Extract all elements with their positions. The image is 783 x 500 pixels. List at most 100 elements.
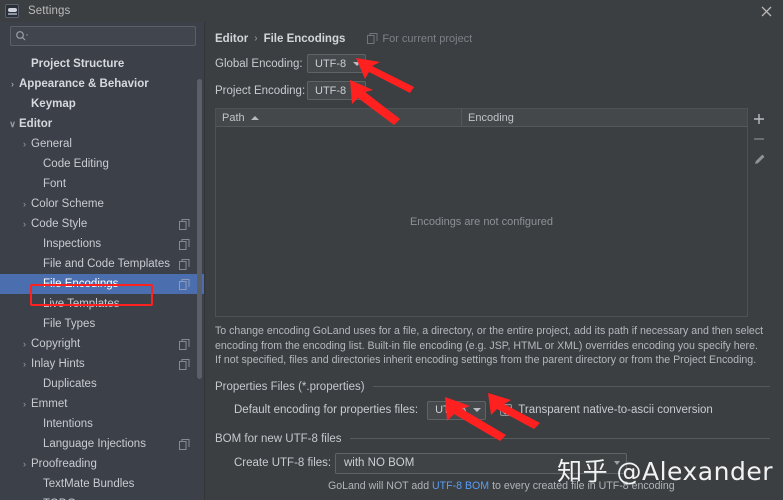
- chevron-right-icon[interactable]: ›: [6, 79, 19, 89]
- sidebar-item-label: Duplicates: [43, 378, 97, 390]
- sidebar-item-copyright[interactable]: › Copyright: [0, 334, 204, 354]
- sidebar-scrollbar[interactable]: [197, 79, 202, 379]
- sidebar-item-live-templates[interactable]: Live Templates: [0, 294, 204, 314]
- bom-note-prefix: GoLand will NOT add: [328, 479, 433, 492]
- sidebar-item-todo[interactable]: TODO: [0, 494, 204, 500]
- sidebar-item-label: File Encodings: [43, 278, 119, 290]
- sidebar-item-label: Keymap: [31, 98, 76, 110]
- default-properties-encoding-value: UTF-8: [435, 404, 467, 416]
- sidebar-item-inspections[interactable]: Inspections: [0, 234, 204, 254]
- sidebar-item-label: File and Code Templates: [43, 258, 170, 270]
- search-input[interactable]: [29, 30, 191, 42]
- sidebar-item-code-editing[interactable]: Code Editing: [0, 154, 204, 174]
- properties-files-section-header: Properties Files (*.properties): [215, 381, 770, 393]
- project-encoding-select[interactable]: UTF-8: [307, 81, 367, 100]
- transparent-conversion-checkbox[interactable]: Transparent native-to-ascii conversion: [500, 404, 722, 416]
- chevron-right-icon[interactable]: ›: [18, 139, 31, 149]
- search-box[interactable]: [10, 26, 196, 46]
- bom-note-suffix: to every created file in UTF-8 encoding: [489, 479, 675, 492]
- project-encoding-value: UTF-8: [315, 84, 347, 97]
- edit-icon[interactable]: [749, 149, 769, 169]
- column-header-encoding[interactable]: Encoding: [462, 109, 747, 126]
- bom-section-title: BOM for new UTF-8 files: [215, 432, 342, 445]
- sidebar-item-label: Project Structure: [31, 58, 125, 70]
- title-bar: Settings: [0, 0, 783, 22]
- bom-section-header: BOM for new UTF-8 files: [215, 433, 770, 445]
- sidebar-item-language-injections[interactable]: Language Injections: [0, 434, 204, 454]
- sidebar-item-font[interactable]: Font: [0, 174, 204, 194]
- for-current-project-label: For current project: [367, 33, 472, 45]
- project-scope-icon: [179, 358, 190, 370]
- sidebar-item-appearance-behavior[interactable]: › Appearance & Behavior: [0, 74, 204, 94]
- sidebar-item-label: Intentions: [43, 418, 93, 430]
- chevron-down-icon[interactable]: ∨: [6, 119, 19, 130]
- properties-files-section-title: Properties Files (*.properties): [215, 380, 365, 393]
- project-scope-icon: [179, 278, 190, 290]
- breadcrumb-parent[interactable]: Editor: [215, 33, 248, 45]
- sidebar-item-intentions[interactable]: Intentions: [0, 414, 204, 434]
- sidebar-item-label: Live Templates: [43, 298, 120, 310]
- search-icon: [15, 30, 29, 42]
- chevron-right-icon[interactable]: ›: [18, 359, 31, 369]
- close-icon[interactable]: [755, 2, 777, 20]
- sidebar-item-proofreading[interactable]: › Proofreading: [0, 454, 204, 474]
- breadcrumb: Editor › File Encodings For current proj…: [215, 29, 770, 48]
- utf8-bom-link[interactable]: UTF-8 BOM: [432, 480, 489, 492]
- column-header-path[interactable]: Path: [216, 109, 462, 126]
- settings-tree[interactable]: Project Structure › Appearance & Behavior K…: [0, 51, 204, 500]
- sidebar-item-file-types[interactable]: File Types: [0, 314, 204, 334]
- sidebar-item-color-scheme[interactable]: › Color Scheme: [0, 194, 204, 214]
- search-container: [0, 22, 204, 51]
- window-body: Project Structure › Appearance & Behavior K…: [0, 22, 783, 500]
- project-scope-icon: [179, 438, 190, 450]
- chevron-right-icon[interactable]: ›: [18, 339, 31, 349]
- global-encoding-label: Global Encoding:: [215, 57, 303, 70]
- breadcrumb-separator-icon: ›: [254, 33, 258, 44]
- settings-main-pane: Editor › File Encodings For current proj…: [205, 22, 783, 500]
- chevron-right-icon[interactable]: ›: [18, 219, 31, 229]
- sidebar-item-keymap[interactable]: Keymap: [0, 94, 204, 114]
- table-empty-message: Encodings are not configured: [409, 215, 554, 228]
- sidebar-item-label: Font: [43, 178, 67, 190]
- sidebar-item-emmet[interactable]: › Emmet: [0, 394, 204, 414]
- global-encoding-value: UTF-8: [315, 57, 347, 70]
- sidebar-item-textmate-bundles[interactable]: TextMate Bundles: [0, 474, 204, 494]
- remove-icon[interactable]: [749, 129, 769, 149]
- chevron-right-icon[interactable]: ›: [18, 199, 31, 209]
- add-icon[interactable]: [749, 109, 769, 129]
- sidebar-item-label: File Types: [43, 318, 96, 330]
- sidebar-item-editor[interactable]: ∨ Editor: [0, 114, 204, 134]
- create-utf8-files-select[interactable]: with NO BOM: [335, 452, 627, 474]
- settings-window: Settings Project Structure › Appearance …: [0, 0, 783, 500]
- sidebar-item-file-and-code-templates[interactable]: File and Code Templates: [0, 254, 204, 274]
- sidebar-item-code-style[interactable]: › Code Style: [0, 214, 204, 234]
- sidebar-item-label: Language Injections: [43, 438, 146, 450]
- section-divider: [372, 386, 770, 387]
- sidebar-item-project-structure[interactable]: Project Structure: [0, 54, 204, 74]
- sidebar-item-general[interactable]: › General: [0, 134, 204, 154]
- create-utf8-files-row: Create UTF-8 files: with NO BOM: [215, 452, 770, 474]
- encodings-table[interactable]: Path Encoding Encodings are not configur…: [215, 108, 748, 317]
- chevron-down-icon: [353, 88, 362, 93]
- encodings-help-text: To change encoding GoLand uses for a fil…: [215, 325, 764, 366]
- chevron-right-icon[interactable]: ›: [18, 459, 31, 469]
- column-header-encoding-label: Encoding: [468, 111, 514, 124]
- chevron-down-icon: [614, 461, 620, 465]
- sidebar-item-duplicates[interactable]: Duplicates: [0, 374, 204, 394]
- project-scope-icon: [179, 238, 190, 250]
- project-scope-icon: [179, 258, 190, 270]
- encodings-table-area: Path Encoding Encodings are not configur…: [215, 108, 770, 317]
- create-utf8-files-value: with NO BOM: [344, 457, 415, 469]
- section-divider: [349, 438, 770, 439]
- global-encoding-select[interactable]: UTF-8: [307, 54, 367, 73]
- default-properties-encoding-select[interactable]: UTF-8: [427, 400, 487, 420]
- sort-ascending-icon: [250, 115, 259, 120]
- sidebar-item-file-encodings[interactable]: File Encodings: [0, 274, 204, 294]
- chevron-right-icon[interactable]: ›: [18, 399, 31, 409]
- sidebar-item-label: TextMate Bundles: [43, 478, 135, 490]
- default-properties-encoding-row: Default encoding for properties files: U…: [215, 400, 770, 420]
- sidebar-item-inlay-hints[interactable]: › Inlay Hints: [0, 354, 204, 374]
- settings-sidebar: Project Structure › Appearance & Behavior K…: [0, 22, 205, 500]
- sidebar-item-label: Code Style: [31, 218, 88, 230]
- sidebar-item-label: Copyright: [31, 338, 81, 350]
